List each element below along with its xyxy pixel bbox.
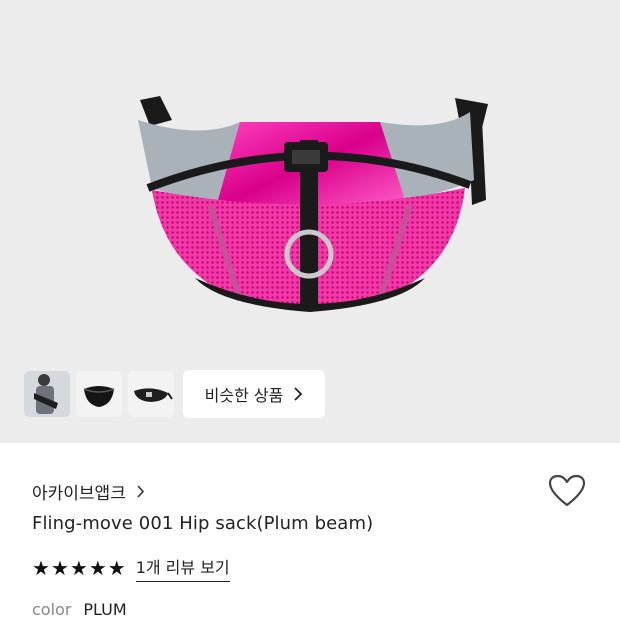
brand-link[interactable]: 아카이브앱크 — [32, 479, 145, 504]
chevron-right-icon — [137, 485, 144, 498]
product-title: Fling-move 001 Hip sack(Plum beam) — [32, 513, 374, 534]
rating-row: ★ ★ ★ ★ ★ 1개 리뷰 보기 — [32, 554, 230, 582]
star-icon: ★ — [107, 556, 126, 580]
color-label: color — [32, 600, 72, 619]
view-reviews-link[interactable]: 1개 리뷰 보기 — [135, 554, 230, 582]
thumbnail-strip: 비슷한 상품 — [24, 370, 325, 418]
chevron-right-icon — [294, 387, 303, 401]
thumbnail-3[interactable] — [128, 371, 174, 417]
brand-name: 아카이브앱크 — [32, 484, 126, 504]
bag-side-view-icon — [128, 371, 174, 417]
person-wearing-bag-icon — [24, 371, 70, 417]
color-value: PLUM — [83, 600, 127, 619]
star-icon: ★ — [69, 556, 88, 580]
star-icon: ★ — [32, 556, 50, 580]
product-image-gallery[interactable]: 비슷한 상품 — [0, 0, 620, 443]
heart-icon[interactable] — [548, 474, 586, 508]
star-icon: ★ — [50, 556, 69, 580]
similar-products-button[interactable]: 비슷한 상품 — [183, 370, 325, 418]
thumbnail-1[interactable] — [24, 371, 70, 417]
thumbnail-2[interactable] — [76, 371, 122, 417]
rating-stars: ★ ★ ★ ★ ★ — [32, 558, 126, 578]
star-icon: ★ — [88, 556, 107, 580]
black-bag-icon — [76, 371, 122, 417]
color-row: color PLUM — [32, 600, 127, 619]
similar-products-label: 비슷한 상품 — [204, 386, 284, 405]
